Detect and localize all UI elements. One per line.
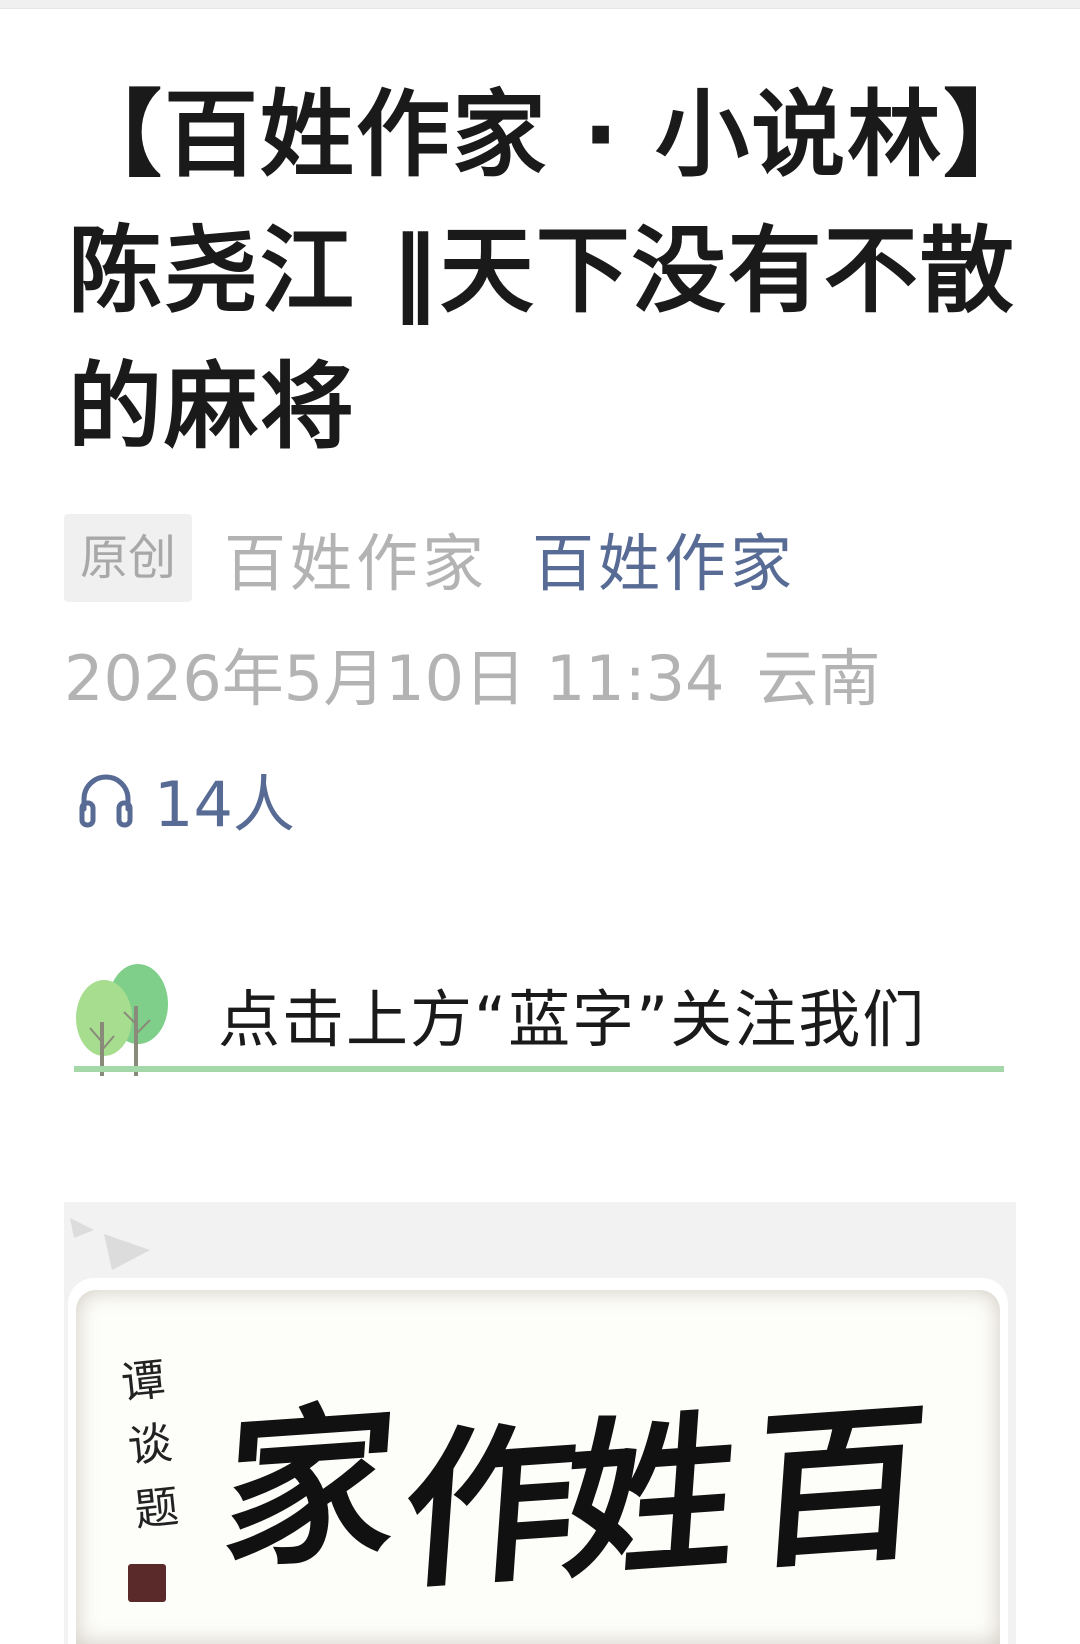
article-title: 【百姓作家 · 小说林】陈尧江 ‖天下没有不散的麻将 [68, 81, 1016, 462]
listen-count: 14人 [154, 768, 295, 841]
double-arrow-decor [70, 1218, 150, 1270]
tree-illustration [76, 964, 168, 1076]
calligraphy-char: 姓 [557, 1392, 743, 1604]
publish-date: 2026年5月10日 11:34 [64, 642, 725, 715]
calligraphy-char: 家 [217, 1382, 403, 1594]
account-link[interactable]: 百姓作家 [532, 513, 796, 603]
follow-text: 点击上方“蓝字”关注我们 [218, 983, 927, 1056]
headphones-icon [79, 774, 133, 828]
original-badge: 原创 [64, 514, 193, 602]
red-seal-stamp [128, 1564, 166, 1602]
author-name: 百姓作家 [224, 527, 489, 600]
calligraphy-frame: 谭谈题 家 作 姓 百 [68, 1278, 1008, 1644]
publish-location: 云南 [756, 642, 881, 715]
calligraphy-header-image: 谭谈题 家 作 姓 百 [64, 1202, 1016, 1644]
calligraphy-paper: 谭谈题 家 作 姓 百 [76, 1290, 1000, 1644]
calligraphy-signature: 谭谈题 [118, 1353, 182, 1537]
listen-button[interactable]: 14人 [78, 754, 295, 844]
calligraphy-char: 百 [747, 1382, 933, 1594]
follow-underline [74, 1066, 1004, 1072]
top-divider [0, 0, 1080, 9]
article-meta: 原创 百姓作家 百姓作家 [64, 514, 796, 602]
calligraphy-char: 作 [397, 1402, 583, 1614]
publish-info: 2026年5月10日 11:34 云南 [64, 634, 881, 724]
follow-banner[interactable]: 点击上方“蓝字”关注我们 [74, 962, 1004, 1078]
